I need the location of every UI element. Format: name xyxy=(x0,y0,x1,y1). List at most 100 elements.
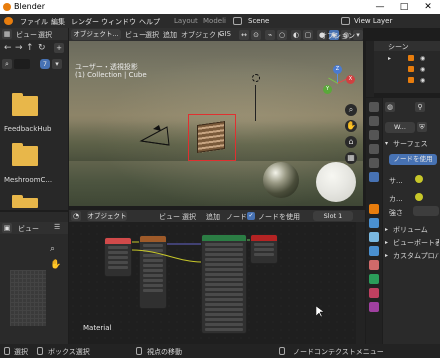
output-tab-icon[interactable] xyxy=(369,130,379,140)
surface-expand-icon[interactable]: ▾ xyxy=(385,140,388,147)
gizmo-x[interactable]: X xyxy=(346,75,355,84)
visibility-icon[interactable]: ◉ xyxy=(420,66,425,73)
camera-restrict-icon[interactable] xyxy=(408,55,414,61)
render-tab-icon[interactable] xyxy=(369,116,379,126)
gis-menu[interactable]: GIS xyxy=(219,30,231,38)
section-custom-props[interactable]: カスタムプロパ... xyxy=(393,251,439,261)
navigation-gizmo[interactable]: Z X Y xyxy=(321,65,357,101)
image-grid-area[interactable] xyxy=(10,270,46,326)
surface-section-title[interactable]: サーフェス xyxy=(393,139,428,149)
back-arrow-icon[interactable]: ← xyxy=(4,43,12,53)
texture-tab-icon[interactable] xyxy=(369,302,379,312)
section-volume[interactable]: ボリューム xyxy=(393,225,428,235)
slot-dropdown[interactable]: Slot 1 xyxy=(313,211,353,221)
light-icon[interactable] xyxy=(252,74,260,82)
object-tab-icon[interactable] xyxy=(369,204,379,214)
pivot-icon[interactable]: ⊙ xyxy=(251,30,261,40)
menu-edit[interactable]: 編集 xyxy=(51,17,65,27)
physics-tab-icon[interactable] xyxy=(369,246,379,256)
diffuse-sphere[interactable] xyxy=(316,162,356,202)
data-tab-icon[interactable] xyxy=(369,274,379,284)
filter-icon[interactable]: ▾ xyxy=(52,59,62,69)
gizmo-y[interactable]: Y xyxy=(323,85,332,94)
snap-icon[interactable]: ⌁ xyxy=(265,30,275,40)
proportional-icon[interactable]: ○ xyxy=(277,30,287,40)
view-layer-tab-icon[interactable] xyxy=(369,144,379,154)
object-menu[interactable]: オブジェクト xyxy=(181,30,223,40)
file-view-menu[interactable]: ビュー xyxy=(16,30,37,40)
view-layer-name[interactable]: View Layer xyxy=(354,17,392,25)
xray-icon[interactable]: ▢ xyxy=(303,30,313,40)
world-name-field[interactable]: W... xyxy=(385,122,415,133)
outliner-row[interactable]: ▸ ◉ xyxy=(388,55,438,63)
custom-props-expand-icon[interactable]: ▸ xyxy=(385,252,388,259)
zoom-view-icon[interactable]: ⌕ xyxy=(345,104,357,116)
menu-window[interactable]: ウィンドウ xyxy=(101,17,136,27)
use-nodes-button[interactable]: ノードを使用 xyxy=(389,154,437,165)
visibility-icon[interactable]: ◉ xyxy=(420,55,425,62)
folder-label[interactable]: FeedbackHub xyxy=(4,125,68,133)
image-view-menu[interactable]: ビュー xyxy=(18,224,39,234)
particles-tab-icon[interactable] xyxy=(369,232,379,242)
pan-hand-icon[interactable]: ✋ xyxy=(50,260,61,270)
file-select-menu[interactable]: 選択 xyxy=(38,30,52,40)
tab-layout[interactable]: Layout xyxy=(170,16,202,27)
visibility-icon[interactable]: ◉ xyxy=(420,77,425,84)
constraints-tab-icon[interactable] xyxy=(369,260,379,270)
zoom-icon[interactable]: ⌕ xyxy=(50,244,55,254)
perspective-toggle-icon[interactable]: ▦ xyxy=(345,152,357,164)
fake-user-icon[interactable]: ⛨ xyxy=(417,122,427,132)
use-nodes-checkbox[interactable]: ✓ xyxy=(247,212,255,220)
strength-field[interactable] xyxy=(413,206,439,216)
chrome-sphere[interactable] xyxy=(263,162,299,198)
socket-dot-icon[interactable] xyxy=(415,175,423,183)
minimize-button[interactable]: — xyxy=(368,0,392,14)
node-editor[interactable]: Material xyxy=(69,222,365,344)
menu-render[interactable]: レンダー xyxy=(71,17,99,27)
outliner-row[interactable]: ◉ xyxy=(388,66,438,74)
maximize-button[interactable]: □ xyxy=(392,0,416,14)
scene-name[interactable]: Scene xyxy=(248,17,269,25)
node-view-menu[interactable]: ビュー xyxy=(159,212,180,222)
section-viewport-display[interactable]: ビューポート表示 xyxy=(393,238,439,248)
node-editor-type-icon[interactable]: ◔ xyxy=(71,211,81,221)
new-folder-icon[interactable]: + xyxy=(54,43,64,53)
material-tab-icon[interactable] xyxy=(369,288,379,298)
socket-dot-icon[interactable] xyxy=(415,193,423,201)
editor-type-icon[interactable]: ▦ xyxy=(2,29,12,39)
options-menu[interactable]: オプション xyxy=(320,31,355,41)
folder-icon[interactable] xyxy=(12,143,38,166)
tool-tab-icon[interactable] xyxy=(369,102,379,112)
viewport-display-expand-icon[interactable]: ▸ xyxy=(385,239,388,246)
view-menu[interactable]: ビュー xyxy=(125,30,146,40)
camera-object-icon[interactable] xyxy=(139,123,173,149)
menu-file[interactable]: ファイル xyxy=(20,17,48,27)
volume-expand-icon[interactable]: ▸ xyxy=(385,226,388,233)
folder-label[interactable]: MeshroomC... xyxy=(4,176,68,184)
modifier-tab-icon[interactable] xyxy=(369,218,379,228)
image-editor-type-icon[interactable]: ▣ xyxy=(2,223,12,233)
folder-icon[interactable] xyxy=(12,93,38,116)
3d-viewport[interactable]: ユーザー・透視投影 (1) Collection | Cube Z X Y ⌕ … xyxy=(69,41,363,206)
path-field[interactable] xyxy=(14,59,30,69)
tab-modeling[interactable]: Modeli xyxy=(199,16,230,27)
forward-arrow-icon[interactable]: → xyxy=(15,43,23,53)
node-select-menu[interactable]: 選択 xyxy=(182,212,196,222)
close-button[interactable]: ✕ xyxy=(416,0,440,14)
node-sidebar-strip[interactable] xyxy=(356,222,365,344)
node-object-dropdown[interactable]: オブジェクト xyxy=(87,211,127,221)
pin-icon[interactable]: ⚲ xyxy=(415,102,425,112)
outliner-row[interactable]: ◉ xyxy=(388,77,438,85)
search-icon[interactable]: ⌕ xyxy=(2,59,12,69)
world-tab-icon[interactable] xyxy=(369,172,379,182)
menu-help[interactable]: ヘルプ xyxy=(139,17,160,27)
pan-view-icon[interactable]: ✋ xyxy=(345,120,357,132)
refresh-icon[interactable]: ↻ xyxy=(38,43,46,53)
add-menu[interactable]: 追加 xyxy=(163,30,177,40)
world-type-icon[interactable]: ◍ xyxy=(385,102,395,112)
path-toggle-button[interactable]: 7 xyxy=(40,59,50,69)
cube-object[interactable] xyxy=(197,121,225,153)
hamburger-icon[interactable]: ☰ xyxy=(54,223,60,231)
gizmo-z[interactable]: Z xyxy=(333,65,342,74)
folder-icon[interactable] xyxy=(12,195,38,208)
